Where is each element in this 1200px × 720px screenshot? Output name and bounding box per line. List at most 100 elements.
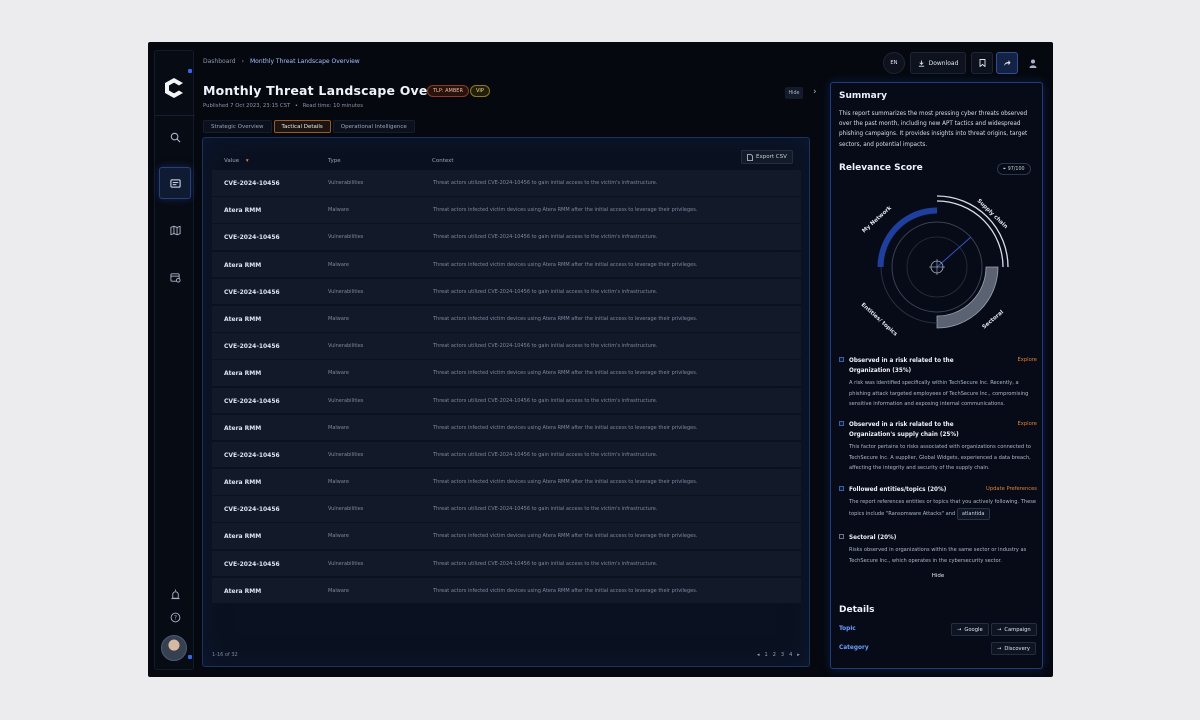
page-2[interactable]: 2 [773,652,776,658]
factor-title: Observed in a risk related to the Organi… [849,358,954,374]
topic-chip[interactable]: atlantida [956,507,990,521]
page-3[interactable]: 3 [781,652,784,658]
table-row[interactable]: Atera RMM Malware Threat actors infected v… [212,414,801,442]
column-header-value[interactable]: Value ▾ [224,158,249,164]
summary-panel: Summary This report summarizes the most … [830,82,1043,669]
category-chip-discovery[interactable]: → Discovery [991,642,1036,655]
factor-checkbox[interactable] [839,534,844,539]
type-cell: Malware [328,424,349,431]
type-cell: Vulnerabilities [328,506,364,513]
relevance-heading: Relevance Score [839,163,923,173]
table-row[interactable]: CVE-2024-10456 Vulnerabilities Threat acto… [212,441,801,469]
tab-tactical-details[interactable]: Tactical Details [273,120,331,133]
table-row[interactable]: CVE-2024-10456 Vulnerabilities Threat acto… [212,170,801,197]
bookmark-button[interactable] [971,52,993,74]
table-row[interactable]: Atera RMM Malware Threat actors infected v… [212,251,801,279]
published-date: Published 7 Oct 2023, 23:15 CST [203,103,291,109]
breadcrumb: Dashboard › Monthly Threat Landscape Ove… [203,58,360,65]
svg-text:?: ? [173,614,176,621]
topic-chip-google[interactable]: → Google [951,623,989,636]
value-cell: Atera RMM [224,207,262,215]
hide-factors-button[interactable]: Hide [839,570,1037,582]
table-row[interactable]: CVE-2024-10456 Vulnerabilities Threat acto… [212,550,801,578]
export-csv-button[interactable]: Export CSV [741,150,793,164]
agent-icon [1029,59,1037,68]
topic-chip-campaign[interactable]: → Campaign [991,623,1037,636]
radar-needle [936,236,972,268]
type-cell: Malware [328,370,349,377]
table-row[interactable]: CVE-2024-10456 Vulnerabilities Threat acto… [212,496,801,523]
report-tabs: Strategic Overview Tactical Details Oper… [203,120,415,133]
update-preferences-link[interactable]: Update Preferences [986,486,1037,492]
summary-text: This report summarizes the most pressing… [839,111,1028,148]
table-row[interactable]: Atera RMM Malware Threat actors infected v… [212,197,801,224]
table-row[interactable]: Atera RMM Malware Threat actors infected v… [212,305,801,333]
table-row[interactable]: CVE-2024-10456 Vulnerabilities Threat acto… [212,333,801,360]
type-cell: Malware [328,587,349,594]
type-cell: Vulnerabilities [328,180,364,186]
download-icon [918,59,924,67]
profile-button[interactable] [1022,52,1044,74]
search-nav-button[interactable] [159,121,191,153]
prev-page-icon[interactable]: ◂ [757,652,760,658]
target-icon: ⌖ [1003,167,1006,172]
type-cell: Vulnerabilities [328,451,364,458]
map-nav-button[interactable] [159,214,191,246]
avatar[interactable] [161,635,187,661]
summary-heading: Summary [839,91,888,101]
tab-operational-intelligence[interactable]: Operational Intelligence [332,120,415,133]
type-cell: Malware [328,533,349,540]
table-row[interactable]: Atera RMM Malware Threat actors infected v… [212,360,801,387]
table-body: CVE-2024-10456 Vulnerabilities Threat acto… [212,170,801,605]
chip-label: Google [964,626,983,633]
column-header-context[interactable]: Context [432,158,454,164]
factor-checkbox[interactable] [839,357,844,362]
download-button[interactable]: Download [910,52,966,74]
help-icon: ? [170,612,180,622]
chevron-right-icon: › [241,58,244,65]
reports-nav-button[interactable] [159,167,191,199]
type-cell: Malware [328,315,349,322]
context-cell: Threat actors utilized CVE-2024-10456 to… [433,451,658,458]
table-row[interactable]: Atera RMM Malware Threat actors infected v… [212,577,801,605]
table-row[interactable]: CVE-2024-10456 Vulnerabilities Threat acto… [212,387,801,415]
ring-organization [877,207,938,268]
page-4[interactable]: 4 [789,652,792,658]
column-header-type[interactable]: Type [328,158,341,164]
value-cell: Atera RMM [224,533,262,541]
table-row[interactable]: Atera RMM Malware Threat actors infected v… [212,469,801,496]
factor-description: This factor pertains to risks associated… [849,444,1031,472]
language-button[interactable]: EN [883,52,905,74]
logo-icon[interactable] [163,77,185,99]
value-cell: CVE-2024-10456 [224,234,280,242]
next-page-icon[interactable]: ▸ [797,652,800,658]
tab-strategic-overview[interactable]: Strategic Overview [203,120,272,133]
value-cell: Atera RMM [224,587,262,595]
settings-nav-button[interactable] [159,261,191,293]
table-row[interactable]: Atera RMM Malware Threat actors infected v… [212,523,801,551]
factor-checkbox[interactable] [839,486,844,491]
hide-panel-button[interactable]: Hide [785,87,803,99]
type-cell: Vulnerabilities [328,343,364,350]
table-row[interactable]: CVE-2024-10456 Vulnerabilities Threat acto… [212,224,801,251]
breadcrumb-root[interactable]: Dashboard [203,58,236,65]
siren-icon [170,588,180,599]
explore-link[interactable]: Explore [1018,421,1037,427]
context-cell: Threat actors utilized CVE-2024-10456 to… [433,397,658,404]
context-cell: Threat actors utilized CVE-2024-10456 to… [433,506,658,513]
context-cell: Threat actors utilized CVE-2024-10456 to… [433,234,658,241]
help-nav-button[interactable]: ? [159,601,191,633]
share-button[interactable] [996,52,1018,74]
value-header-label: Value [224,158,240,164]
explore-link[interactable]: Explore [1018,357,1037,363]
context-cell: Threat actors infected victim devices us… [433,370,698,377]
sort-down-icon[interactable]: ▾ [246,158,249,164]
chevron-right-icon[interactable]: › [813,87,817,97]
page-1[interactable]: 1 [765,652,768,658]
table-row[interactable]: CVE-2024-10456 Vulnerabilities Threat acto… [212,278,801,306]
arrow-right-icon: → [997,626,1002,633]
value-cell: CVE-2024-10456 [224,343,280,351]
relevance-score-badge: ⌖ 97/100 [997,163,1031,175]
factor-checkbox[interactable] [839,421,844,426]
context-cell: Threat actors utilized CVE-2024-10456 to… [433,343,658,350]
